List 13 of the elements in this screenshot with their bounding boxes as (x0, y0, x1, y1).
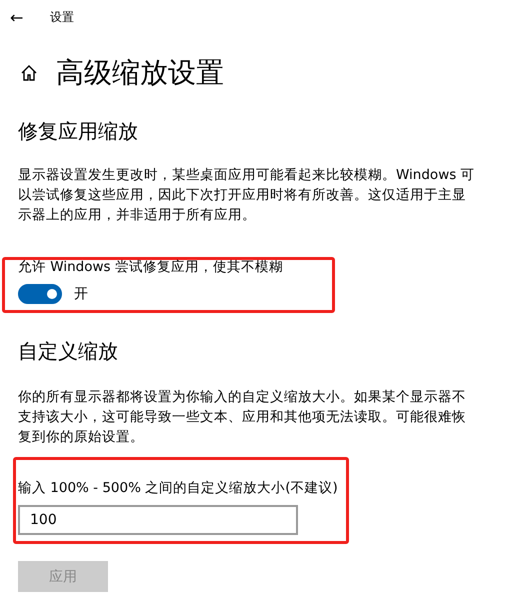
back-button[interactable]: ← (10, 8, 24, 26)
section-description: 显示器设置发生更改时，某些桌面应用可能看起来比较模糊。Windows 可以尝试修复这些应用，因此下次打开应用时将有所改善。这仅适用于主显示器上的应用，并非适用于所有应用。 (18, 166, 476, 225)
page-title: 高级缩放设置 (56, 55, 224, 91)
toggle-switch[interactable] (18, 284, 62, 304)
input-field[interactable]: 100 (18, 505, 298, 535)
section-heading: 修复应用缩放 (18, 118, 139, 145)
section-heading: 自定义缩放 (18, 338, 119, 365)
section-description: 你的所有显示器都将设置为你输入的自定义缩放大小。如果某个显示器不支持该大小，这可能导致一些文本、应用和其他项无法读取。可能很难恢复到你的原始设置。 (18, 388, 467, 447)
field-label: 输入 100% - 500% 之间的自定义缩放大小(不建议) (18, 479, 339, 497)
toggle-label: 允许 Windows 尝试修复应用，使其不模糊 (18, 258, 284, 276)
window-title: 设置 (50, 8, 74, 26)
toggle-state: 开 (74, 285, 88, 303)
home-icon[interactable] (20, 64, 38, 82)
